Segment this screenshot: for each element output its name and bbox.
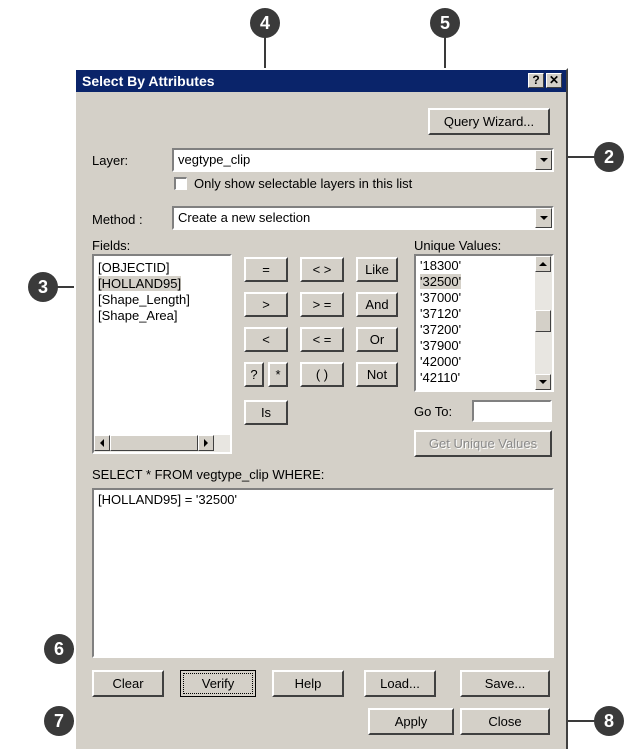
callout-3: 3 bbox=[28, 272, 58, 302]
scroll-up-icon[interactable] bbox=[535, 256, 551, 272]
unique-values-label: Unique Values: bbox=[414, 238, 502, 253]
list-item[interactable]: '32500' bbox=[420, 274, 462, 289]
apply-button[interactable]: Apply bbox=[368, 708, 454, 735]
callout-4: 4 bbox=[250, 8, 280, 38]
like-button[interactable]: Like bbox=[356, 257, 398, 282]
layer-combo[interactable]: vegtype_clip bbox=[172, 148, 554, 172]
fields-list[interactable]: [OBJECTID] [HOLLAND95] [Shape_Length] [S… bbox=[92, 254, 232, 454]
callout-7: 7 bbox=[44, 706, 74, 736]
method-value: Create a new selection bbox=[178, 210, 311, 225]
chevron-down-icon[interactable] bbox=[535, 208, 552, 228]
less-equal-button[interactable]: < = bbox=[300, 327, 344, 352]
get-unique-values-button[interactable]: Get Unique Values bbox=[414, 430, 552, 457]
only-selectable-label: Only show selectable layers in this list bbox=[194, 176, 413, 191]
method-combo[interactable]: Create a new selection bbox=[172, 206, 554, 230]
horizontal-scrollbar[interactable] bbox=[94, 435, 230, 452]
is-button[interactable]: Is bbox=[244, 400, 288, 425]
question-mark-button[interactable]: ? bbox=[244, 362, 264, 387]
layer-label: Layer: bbox=[92, 153, 129, 168]
scroll-right-icon[interactable] bbox=[198, 435, 214, 451]
goto-label: Go To: bbox=[414, 404, 453, 419]
clear-button[interactable]: Clear bbox=[92, 670, 164, 697]
unique-values-list[interactable]: '18300' '32500' '37000' '37120' '37200' … bbox=[414, 254, 554, 392]
vertical-scrollbar[interactable] bbox=[535, 256, 552, 390]
callout-2: 2 bbox=[594, 142, 624, 172]
list-item[interactable]: [HOLLAND95] bbox=[98, 276, 182, 291]
help-icon[interactable]: ? bbox=[528, 73, 544, 88]
less-than-button[interactable]: < bbox=[244, 327, 288, 352]
help-button[interactable]: Help bbox=[272, 670, 344, 697]
not-equal-button[interactable]: < > bbox=[300, 257, 344, 282]
verify-button[interactable]: Verify bbox=[180, 670, 256, 697]
greater-equal-button[interactable]: > = bbox=[300, 292, 344, 317]
close-icon[interactable]: ✕ bbox=[546, 73, 562, 88]
not-button[interactable]: Not bbox=[356, 362, 398, 387]
callout-8: 8 bbox=[594, 706, 624, 736]
scroll-thumb[interactable] bbox=[535, 310, 551, 332]
list-item[interactable]: '18300' bbox=[420, 258, 461, 273]
parentheses-button[interactable]: ( ) bbox=[300, 362, 344, 387]
chevron-down-icon[interactable] bbox=[535, 150, 552, 170]
save-button[interactable]: Save... bbox=[460, 670, 550, 697]
only-selectable-checkbox[interactable] bbox=[174, 177, 187, 190]
goto-input[interactable] bbox=[472, 400, 552, 422]
list-item[interactable]: '37000' bbox=[420, 290, 461, 305]
method-label: Method : bbox=[92, 212, 143, 227]
scroll-down-icon[interactable] bbox=[535, 374, 551, 390]
greater-than-button[interactable]: > bbox=[244, 292, 288, 317]
list-item[interactable]: '42110' bbox=[420, 370, 460, 386]
and-button[interactable]: And bbox=[356, 292, 398, 317]
close-button[interactable]: Close bbox=[460, 708, 550, 735]
list-item[interactable]: [Shape_Length] bbox=[98, 292, 190, 307]
title-bar: Select By Attributes ? ✕ bbox=[76, 70, 566, 92]
asterisk-button[interactable]: * bbox=[268, 362, 288, 387]
or-button[interactable]: Or bbox=[356, 327, 398, 352]
list-item[interactable]: [OBJECTID] bbox=[98, 260, 170, 275]
list-item[interactable]: '37900' bbox=[420, 338, 461, 353]
list-item[interactable]: '37200' bbox=[420, 322, 461, 337]
layer-value: vegtype_clip bbox=[178, 152, 251, 167]
query-wizard-button[interactable]: Query Wizard... bbox=[428, 108, 550, 135]
dialog-title: Select By Attributes bbox=[82, 73, 215, 89]
expression-text: [HOLLAND95] = '32500' bbox=[98, 492, 238, 507]
select-by-attributes-dialog: Select By Attributes ? ✕ Query Wizard...… bbox=[74, 68, 568, 749]
list-item[interactable]: [Shape_Area] bbox=[98, 308, 178, 323]
callout-6: 6 bbox=[44, 634, 74, 664]
callout-5: 5 bbox=[430, 8, 460, 38]
select-statement-label: SELECT * FROM vegtype_clip WHERE: bbox=[92, 467, 325, 482]
list-item[interactable]: '42000' bbox=[420, 354, 461, 369]
equals-button[interactable]: = bbox=[244, 257, 288, 282]
fields-label: Fields: bbox=[92, 238, 131, 253]
load-button[interactable]: Load... bbox=[364, 670, 436, 697]
scroll-left-icon[interactable] bbox=[94, 435, 110, 451]
scroll-thumb[interactable] bbox=[110, 435, 198, 451]
list-item[interactable]: '37120' bbox=[420, 306, 461, 321]
expression-box[interactable]: [HOLLAND95] = '32500' bbox=[92, 488, 554, 658]
